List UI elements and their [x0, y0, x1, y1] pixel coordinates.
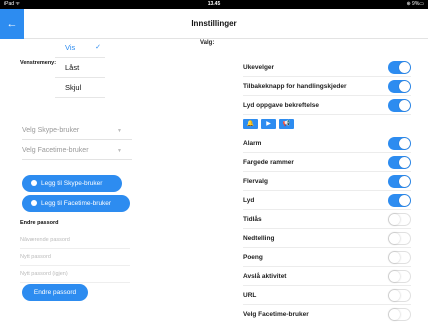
facetime-select-value: Velg Facetime-bruker [22, 147, 89, 154]
setting-label: Nedtelling [243, 235, 275, 242]
chevron-down-icon: ▼ [117, 128, 122, 134]
setting-row-fargede-rammer: Fargede rammer [243, 153, 411, 172]
setting-row-lyd-oppgave: Lyd oppgave bekreftelse [243, 96, 411, 115]
flervalg-toggle[interactable] [388, 175, 411, 188]
menu-option-skjul[interactable]: Skjul [55, 78, 105, 98]
setting-row-avsla-aktivitet: Avslå aktivitet [243, 267, 411, 286]
ukevelger-toggle[interactable] [388, 61, 411, 74]
setting-label: Ukevelger [243, 64, 275, 71]
toggle-knob [399, 100, 410, 111]
menu-option-vis[interactable]: Vis ✓ [55, 38, 105, 58]
sidebar-menu-label: Venstremeny: [20, 60, 57, 66]
facetime-user-select[interactable]: Velg Facetime-bruker ▼ [22, 142, 132, 160]
menu-option-label: Skjul [65, 83, 82, 92]
toggle-knob [389, 271, 400, 282]
menu-option-label: Låst [65, 63, 80, 72]
setting-row-nedtelling: Nedtelling [243, 229, 411, 248]
setting-label: Fargede rammer [243, 159, 294, 166]
toggle-knob [399, 157, 410, 168]
setting-row-ukevelger: Ukevelger [243, 58, 411, 77]
repeat-password-field[interactable] [20, 266, 130, 283]
url-toggle[interactable] [388, 289, 411, 302]
tilbakeknapp-toggle[interactable] [388, 80, 411, 93]
megaphone-icon[interactable]: 📢 [279, 119, 294, 129]
setting-label: Tilbakeknapp for handlingskjeder [243, 83, 347, 90]
chevron-down-icon: ▼ [117, 148, 122, 154]
setting-label: Poeng [243, 254, 263, 261]
setting-label: Avslå aktivitet [243, 273, 287, 280]
setting-label: URL [243, 292, 257, 299]
checkmark-icon: ✓ [95, 44, 101, 51]
navigation-bar: ← Innstillinger [0, 9, 428, 39]
toggle-knob [389, 290, 400, 301]
menu-option-last[interactable]: Låst [55, 58, 105, 78]
settings-list: Ukevelger Tilbakeknapp for handlingskjed… [243, 58, 411, 324]
toggle-knob [389, 214, 400, 225]
page-title: Innstillinger [191, 19, 237, 28]
bell-icon[interactable]: 🔔 [243, 119, 258, 129]
toggle-knob [399, 138, 410, 149]
setting-row-lyd: Lyd [243, 191, 411, 210]
toggle-knob [399, 62, 410, 73]
plus-circle-icon [31, 199, 37, 206]
setting-label: Lyd oppgave bekreftelse [243, 102, 319, 109]
change-password-heading: Endre passord [20, 220, 59, 226]
setting-label: Velg Facetime-bruker [243, 311, 309, 318]
skype-select-value: Velg Skype-bruker [22, 127, 80, 134]
avsla-aktivitet-toggle[interactable] [388, 270, 411, 283]
lyd-toggle[interactable] [388, 194, 411, 207]
new-password-field[interactable] [20, 249, 130, 266]
sound-icon-row: 🔔 ▶ 📢 [243, 115, 411, 134]
toggle-knob [389, 233, 400, 244]
toggle-knob [389, 252, 400, 263]
toggle-knob [399, 195, 410, 206]
nedtelling-toggle[interactable] [388, 232, 411, 245]
toggle-knob [389, 309, 400, 320]
add-facetime-label: Legg til Facetime-bruker [41, 200, 112, 207]
setting-row-poeng: Poeng [243, 248, 411, 267]
setting-label: Lyd [243, 197, 255, 204]
add-facetime-user-button[interactable]: Legg til Facetime-bruker [22, 195, 130, 212]
setting-row-tilbakeknapp: Tilbakeknapp for handlingskjeder [243, 77, 411, 96]
alarm-toggle[interactable] [388, 137, 411, 150]
toggle-knob [399, 81, 410, 92]
plus-circle-icon [31, 179, 37, 186]
fargede-rammer-toggle[interactable] [388, 156, 411, 169]
battery-label: ⊕ 9%▭ [406, 1, 424, 7]
setting-row-facetime: Velg Facetime-bruker [243, 305, 411, 324]
tidlas-toggle[interactable] [388, 213, 411, 226]
setting-label: Alarm [243, 140, 262, 147]
play-icon[interactable]: ▶ [261, 119, 276, 129]
add-skype-user-button[interactable]: Legg til Skype-bruker [22, 175, 122, 192]
clock-label: 13.45 [207, 1, 221, 7]
current-password-field[interactable] [20, 232, 130, 249]
poeng-toggle[interactable] [388, 251, 411, 264]
setting-row-url: URL [243, 286, 411, 305]
setting-label: Flervalg [243, 178, 268, 185]
setting-row-flervalg: Flervalg [243, 172, 411, 191]
setting-label: Tidlås [243, 216, 262, 223]
add-skype-label: Legg til Skype-bruker [41, 180, 103, 187]
sidebar-menu-options: Vis ✓ Låst Skjul [55, 38, 105, 98]
toggle-knob [399, 176, 410, 187]
status-bar: iPad ᯤ 13.45 ⊕ 9%▭ [0, 0, 428, 9]
skype-user-select[interactable]: Velg Skype-bruker ▼ [22, 122, 132, 140]
setting-row-alarm: Alarm [243, 134, 411, 153]
menu-option-label: Vis [65, 43, 76, 52]
change-password-button[interactable]: Endre passord [22, 284, 88, 301]
facetime-toggle[interactable] [388, 308, 411, 321]
setting-row-tidlas: Tidlås [243, 210, 411, 229]
valg-label: Valg: [200, 40, 215, 46]
lyd-oppgave-toggle[interactable] [388, 99, 411, 112]
